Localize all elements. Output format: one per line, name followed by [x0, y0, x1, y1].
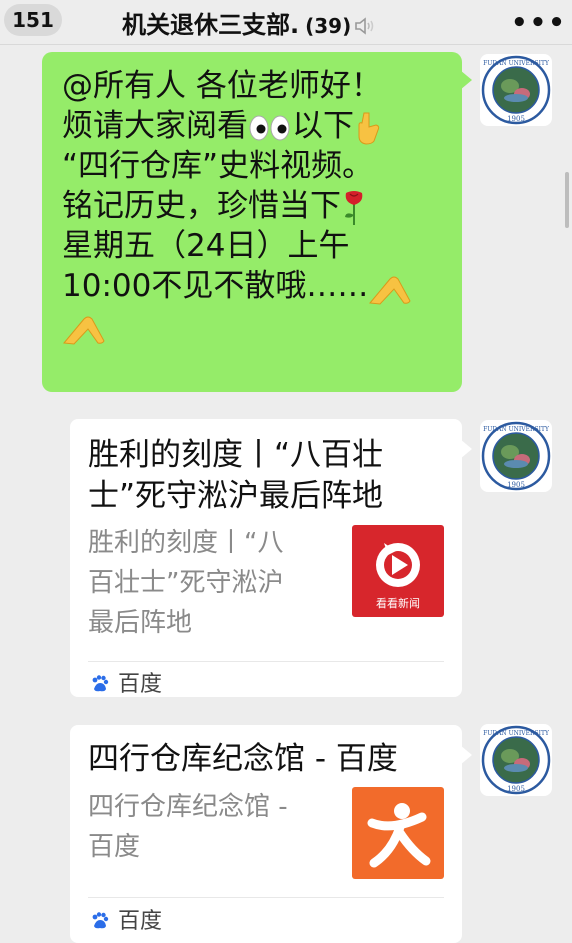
back-unread-badge[interactable]: 151 [4, 4, 62, 36]
title-line: 士”死守淞沪最后阵地 [88, 478, 384, 514]
scrollbar-thumb[interactable] [565, 172, 569, 228]
message-line-3: “四行仓库”史料视频。 [62, 148, 374, 184]
sender-avatar[interactable]: FUDAN UNIVERSITY 1905 [480, 724, 552, 796]
baidu-knowledge-logo-icon [352, 787, 444, 879]
kankan-news-logo-icon: 看看新闻 [352, 525, 444, 617]
message-line-5: 星期五（24日）上午 [62, 228, 350, 264]
desc-line: 最后阵地 [88, 608, 193, 638]
svg-text:FUDAN UNIVERSITY: FUDAN UNIVERSITY [483, 426, 550, 433]
link-card[interactable]: 胜利的刻度丨“八百壮 士”死守淞沪最后阵地 胜利的刻度丨“八 百壮士”死守淞沪 … [70, 419, 472, 698]
chat-header: 151 机关退休三支部. (39) ••• [0, 0, 572, 45]
mute-speaker-icon [355, 17, 374, 35]
message-line-2: 烦请大家阅看 以下 [62, 106, 446, 146]
sender-avatar[interactable]: FUDAN UNIVERSITY 1905 [480, 54, 552, 126]
link-card-title: 四行仓库纪念馆 - 百度 [88, 741, 398, 777]
link-card-thumbnail [352, 787, 444, 879]
message-line-4: 铭记历史，珍惜当下 [62, 186, 446, 226]
message-text: 以下 [292, 108, 354, 144]
link-card-title: 胜利的刻度丨“八百壮 士”死守淞沪最后阵地 [88, 435, 383, 517]
desc-line: 百度 [88, 832, 141, 862]
pressed-hands-emoji-icon [369, 276, 411, 305]
chat-title-area: 机关退休三支部. (39) [122, 5, 376, 40]
rose-emoji-icon [345, 190, 363, 225]
message-line-7 [62, 306, 446, 346]
university-seal-icon: FUDAN UNIVERSITY 1905 [481, 725, 551, 795]
bubble-tail [460, 745, 472, 765]
message-text: 烦请大家阅看 [62, 108, 248, 144]
source-label: 百度 [118, 672, 163, 697]
link-card-description: 四行仓库纪念馆 - 百度 [88, 787, 288, 867]
desc-line: 胜利的刻度丨“八 [88, 528, 284, 558]
university-seal-icon: FUDAN UNIVERSITY 1905 [481, 55, 551, 125]
more-options-icon[interactable]: ••• [511, 8, 567, 38]
source-label: 百度 [118, 909, 163, 934]
message-bubble-green[interactable]: @所有人 各位老师好！ 烦请大家阅看 以下 “四行仓库”史料视频。 铭记历史，珍… [42, 52, 472, 392]
pointing-down-hand-icon [358, 112, 380, 145]
sender-avatar[interactable]: FUDAN UNIVERSITY 1905 [480, 420, 552, 492]
thumb-label: 看看新闻 [376, 596, 420, 610]
svg-text:FUDAN UNIVERSITY: FUDAN UNIVERSITY [483, 60, 550, 67]
chat-title: 机关退休三支部. [122, 11, 300, 39]
link-card-thumbnail: 看看新闻 [352, 525, 444, 617]
message-text: 铭记历史，珍惜当下 [62, 188, 341, 224]
svg-text:FUDAN UNIVERSITY: FUDAN UNIVERSITY [483, 730, 550, 737]
svg-text:1905: 1905 [507, 481, 525, 489]
svg-text:1905: 1905 [507, 785, 525, 793]
member-count: (39) [305, 14, 352, 38]
bubble-tail [460, 439, 472, 459]
title-line: 胜利的刻度丨“八百壮 [88, 437, 384, 473]
link-card-description: 胜利的刻度丨“八 百壮士”死守淞沪 最后阵地 [88, 523, 283, 643]
baidu-paw-icon [92, 912, 109, 929]
message-text: 10:00不见不散哦…… [62, 268, 369, 304]
link-card[interactable]: 四行仓库纪念馆 - 百度 四行仓库纪念馆 - 百度 百度 [70, 725, 472, 943]
message-line-1: @所有人 各位老师好！ [62, 68, 382, 104]
desc-line: 四行仓库纪念馆 - [88, 792, 288, 822]
baidu-paw-icon [92, 675, 109, 692]
bubble-tail [460, 70, 472, 90]
divider [88, 661, 444, 662]
link-card-source: 百度 [90, 903, 162, 935]
pressed-hands-emoji-icon [63, 316, 105, 345]
eyes-emoji-icon [249, 115, 290, 140]
divider [88, 897, 444, 898]
message-line-6: 10:00不见不散哦…… [62, 266, 446, 306]
desc-line: 百壮士”死守淞沪 [88, 568, 284, 598]
svg-text:1905: 1905 [507, 115, 525, 123]
link-card-source: 百度 [90, 666, 162, 698]
university-seal-icon: FUDAN UNIVERSITY 1905 [481, 421, 551, 491]
